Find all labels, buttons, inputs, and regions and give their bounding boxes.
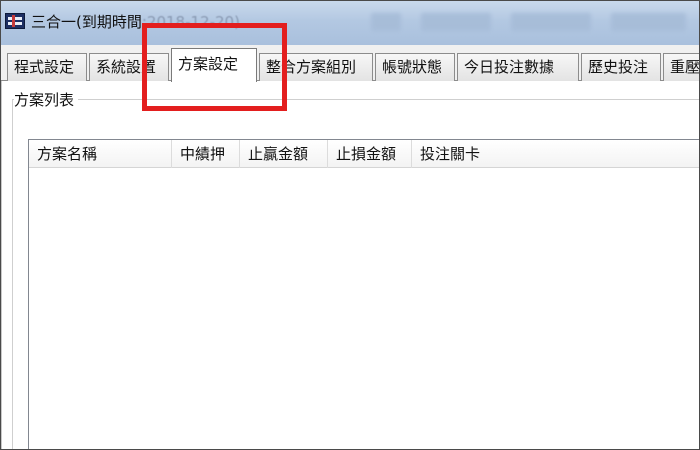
tab-plan-settings[interactable]: 方案設定 — [171, 48, 257, 82]
expiry-date: :2018-12-20) — [141, 13, 240, 31]
app-window: 三合一(到期時間:2018-12-20) 程式設定 系統設置 方案設定 整合方案… — [0, 0, 700, 450]
redacted-icon — [371, 13, 401, 31]
window-title: 三合一(到期時間:2018-12-20) — [31, 13, 240, 31]
tab-system-settings[interactable]: 系統設置 — [89, 53, 169, 81]
table-header: 方案名稱 中績押 止贏金額 止損金額 投注關卡 — [29, 140, 699, 168]
column-take-profit[interactable]: 止贏金額 — [240, 140, 328, 168]
tab-heavy-bet[interactable]: 重壓 — [663, 53, 699, 81]
redacted-field — [511, 13, 591, 31]
tab-integrated-plan-groups[interactable]: 整合方案組別 — [259, 53, 373, 81]
redacted-field — [421, 13, 491, 31]
plan-list-table[interactable]: 方案名稱 中績押 止贏金額 止損金額 投注關卡 — [28, 139, 699, 449]
plan-list-label: 方案列表 — [14, 89, 79, 110]
tab-today-bet-data[interactable]: 今日投注數據 — [457, 53, 579, 81]
tab-strip: 程式設定 系統設置 方案設定 整合方案組別 帳號狀態 今日投注數據 歷史投注 重… — [1, 45, 699, 82]
tab-program-settings[interactable]: 程式設定 — [7, 53, 87, 81]
column-plan-name[interactable]: 方案名稱 — [29, 140, 172, 168]
column-bet-mode[interactable]: 中績押 — [172, 140, 240, 168]
app-logo-icon — [5, 13, 25, 29]
column-stop-loss[interactable]: 止損金額 — [328, 140, 412, 168]
column-bet-level[interactable]: 投注關卡 — [412, 140, 699, 168]
redacted-field — [611, 13, 686, 31]
tab-bet-history[interactable]: 歷史投注 — [581, 53, 661, 81]
tab-account-status[interactable]: 帳號狀態 — [375, 53, 455, 81]
plan-settings-panel: 方案列表 方案名稱 中績押 止贏金額 止損金額 投注關卡 — [1, 81, 699, 449]
title-bar: 三合一(到期時間:2018-12-20) — [1, 1, 699, 45]
